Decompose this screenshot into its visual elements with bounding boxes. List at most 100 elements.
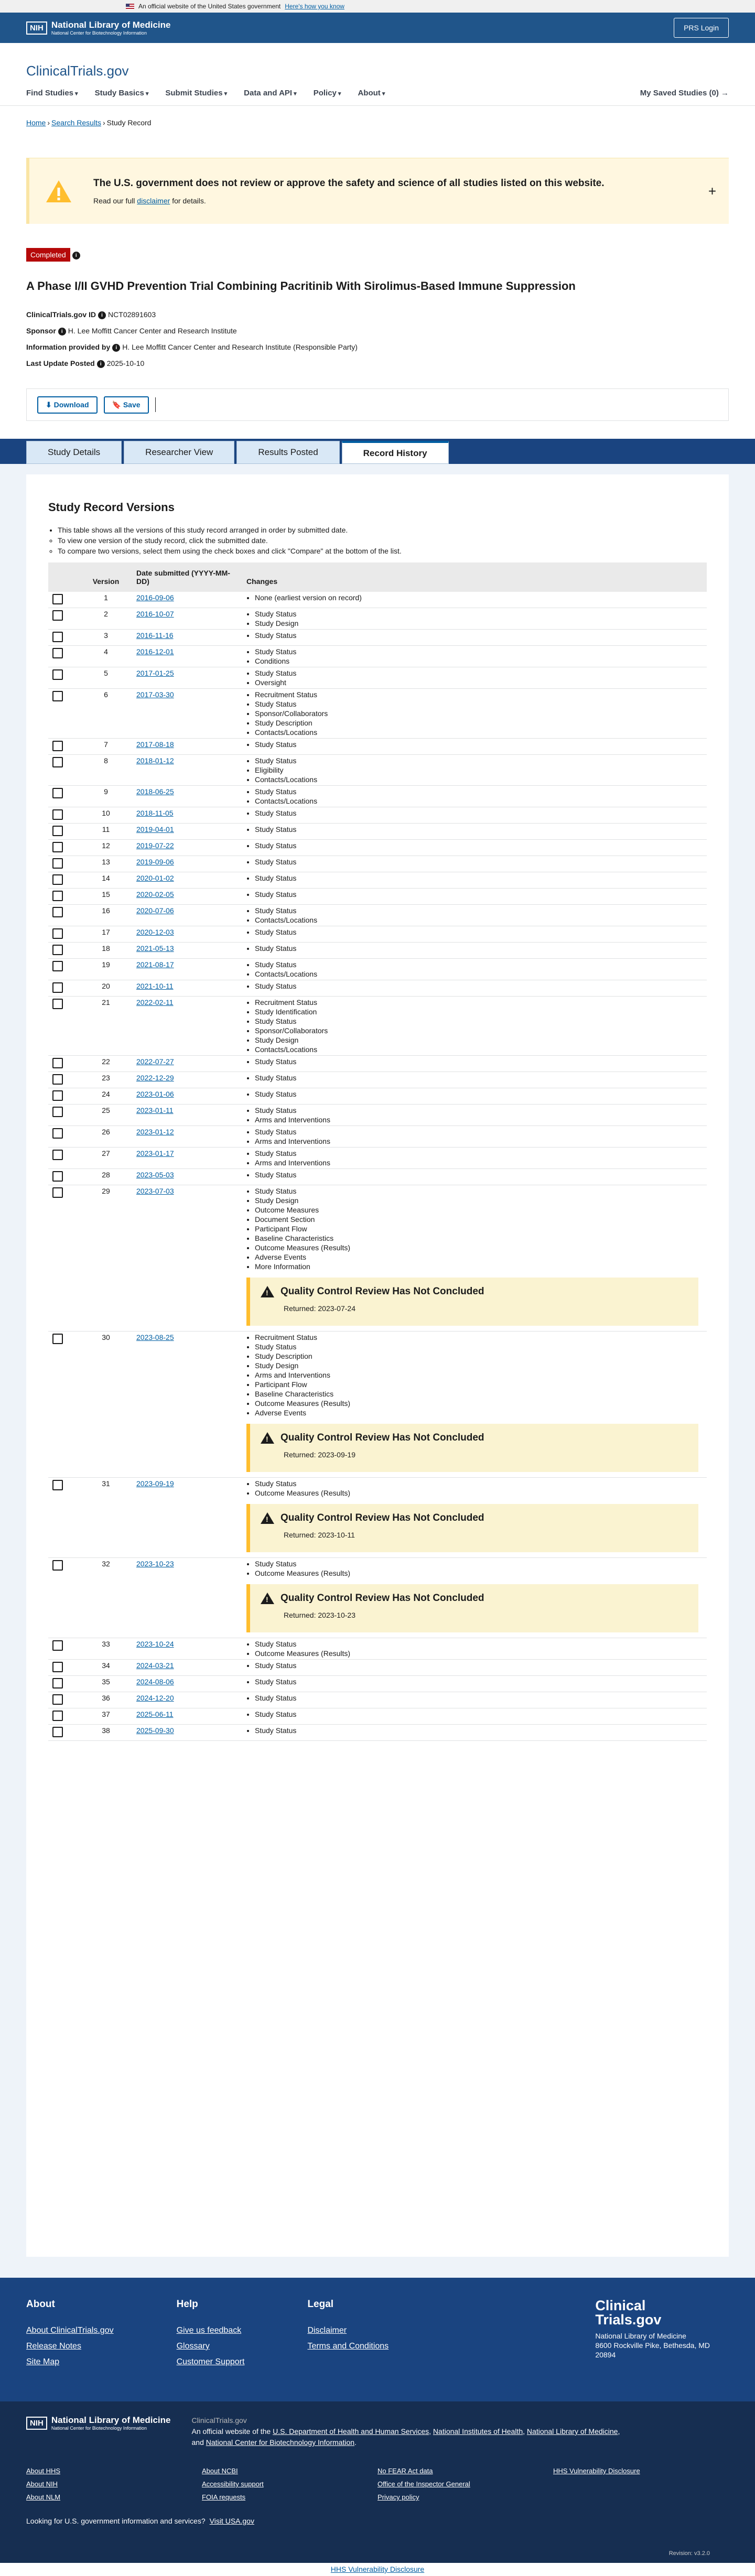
version-checkbox[interactable] xyxy=(52,982,63,993)
gov-banner-link[interactable]: Here's how you know xyxy=(285,3,344,10)
version-checkbox[interactable] xyxy=(52,1560,63,1571)
id-info-icon[interactable]: i xyxy=(98,311,106,319)
foia-link[interactable]: FOIA requests xyxy=(202,2493,378,2501)
version-checkbox[interactable] xyxy=(52,891,63,901)
version-date-link[interactable]: 2023-01-12 xyxy=(136,1128,174,1136)
version-date-link[interactable]: 2023-08-25 xyxy=(136,1333,174,1341)
sponsor-info-icon[interactable]: i xyxy=(58,327,66,335)
version-checkbox[interactable] xyxy=(52,1090,63,1101)
version-date-link[interactable]: 2019-07-22 xyxy=(136,841,174,850)
version-checkbox[interactable] xyxy=(52,1334,63,1344)
version-date-link[interactable]: 2020-02-05 xyxy=(136,890,174,899)
version-date-link[interactable]: 2025-09-30 xyxy=(136,1726,174,1735)
version-checkbox[interactable] xyxy=(52,691,63,701)
about-nih-link[interactable]: About NIH xyxy=(26,2480,202,2488)
version-date-link[interactable]: 2021-10-11 xyxy=(136,982,174,990)
hhs-vulnerability-link[interactable]: HHS Vulnerability Disclosure xyxy=(553,2467,729,2475)
footer-feedback-link[interactable]: Give us feedback xyxy=(177,2326,245,2335)
nav-item-submit-studies[interactable]: Submit Studies xyxy=(165,89,227,98)
version-date-link[interactable]: 2018-11-05 xyxy=(136,809,174,817)
privacy-link[interactable]: Privacy policy xyxy=(378,2493,553,2501)
no-fear-link[interactable]: No FEAR Act data xyxy=(378,2467,553,2475)
ncbi-link[interactable]: National Center for Biotechnology Inform… xyxy=(206,2438,354,2447)
version-date-link[interactable]: 2021-08-17 xyxy=(136,960,174,969)
breadcrumb-search-results[interactable]: Search Results xyxy=(51,118,101,127)
nav-item-data-and-api[interactable]: Data and API xyxy=(244,89,297,98)
bottom-vulnerability-link[interactable]: HHS Vulnerability Disclosure xyxy=(331,2565,424,2573)
version-date-link[interactable]: 2022-12-29 xyxy=(136,1074,174,1082)
tab-record-history[interactable]: Record History xyxy=(341,441,449,464)
version-date-link[interactable]: 2025-06-11 xyxy=(136,1710,174,1718)
version-checkbox[interactable] xyxy=(52,874,63,885)
about-ncbi-link[interactable]: About NCBI xyxy=(202,2467,378,2475)
footer-release-notes-link[interactable]: Release Notes xyxy=(26,2342,114,2351)
version-date-link[interactable]: 2016-09-06 xyxy=(136,593,174,602)
status-info-icon[interactable]: i xyxy=(72,251,80,259)
version-date-link[interactable]: 2020-01-02 xyxy=(136,874,174,882)
version-checkbox[interactable] xyxy=(52,961,63,971)
tab-results-posted[interactable]: Results Posted xyxy=(236,441,340,464)
version-checkbox[interactable] xyxy=(52,1128,63,1139)
version-date-link[interactable]: 2023-01-06 xyxy=(136,1090,174,1098)
version-date-link[interactable]: 2021-05-13 xyxy=(136,944,174,953)
version-checkbox[interactable] xyxy=(52,1150,63,1160)
prs-login-button[interactable]: PRS Login xyxy=(674,18,729,38)
version-checkbox[interactable] xyxy=(52,1678,63,1689)
nav-item-about[interactable]: About xyxy=(358,89,385,98)
disclaimer-link[interactable]: disclaimer xyxy=(137,197,170,205)
tab-researcher-view[interactable]: Researcher View xyxy=(124,441,235,464)
version-date-link[interactable]: 2016-12-01 xyxy=(136,647,174,656)
version-date-link[interactable]: 2017-03-30 xyxy=(136,690,174,699)
version-checkbox[interactable] xyxy=(52,669,63,680)
version-checkbox[interactable] xyxy=(52,1074,63,1085)
tab-study-details[interactable]: Study Details xyxy=(26,441,122,464)
info-provider-icon[interactable]: i xyxy=(112,343,121,352)
version-checkbox[interactable] xyxy=(52,1058,63,1068)
version-date-link[interactable]: 2017-08-18 xyxy=(136,740,174,749)
my-saved-studies-link[interactable]: My Saved Studies (0) → xyxy=(640,89,729,98)
site-brand[interactable]: ClinicalTrials.gov xyxy=(26,43,729,79)
version-date-link[interactable]: 2017-01-25 xyxy=(136,669,174,677)
hhs-link[interactable]: U.S. Department of Health and Human Serv… xyxy=(273,2427,429,2436)
version-date-link[interactable]: 2018-01-12 xyxy=(136,756,174,765)
version-date-link[interactable]: 2022-07-27 xyxy=(136,1057,174,1066)
version-date-link[interactable]: 2019-04-01 xyxy=(136,825,174,834)
version-date-link[interactable]: 2023-01-17 xyxy=(136,1149,174,1157)
nlm-logo[interactable]: NIH National Library of Medicine Nationa… xyxy=(26,20,171,36)
nav-item-policy[interactable]: Policy xyxy=(314,89,341,98)
version-checkbox[interactable] xyxy=(52,907,63,917)
version-checkbox[interactable] xyxy=(52,1640,63,1651)
version-date-link[interactable]: 2018-06-25 xyxy=(136,787,174,796)
version-checkbox[interactable] xyxy=(52,809,63,820)
version-checkbox[interactable] xyxy=(52,648,63,658)
footer-about-link[interactable]: About ClinicalTrials.gov xyxy=(26,2326,114,2335)
version-checkbox[interactable] xyxy=(52,1711,63,1721)
save-button[interactable]: 🔖 Save xyxy=(103,396,149,414)
download-button[interactable]: ⬇ Download xyxy=(37,396,98,414)
version-checkbox[interactable] xyxy=(52,858,63,869)
version-checkbox[interactable] xyxy=(52,1694,63,1705)
version-checkbox[interactable] xyxy=(52,757,63,767)
version-date-link[interactable]: 2016-11-16 xyxy=(136,631,174,640)
nlm-footer-logo[interactable]: NIH National Library of Medicine National… xyxy=(26,2415,171,2431)
version-date-link[interactable]: 2024-08-06 xyxy=(136,1677,174,1686)
nih-link[interactable]: National Institutes of Health xyxy=(433,2427,523,2436)
version-checkbox[interactable] xyxy=(52,842,63,852)
footer-support-link[interactable]: Customer Support xyxy=(177,2357,245,2367)
version-date-link[interactable]: 2023-10-24 xyxy=(136,1640,174,1648)
version-date-link[interactable]: 2016-10-07 xyxy=(136,610,174,618)
version-checkbox[interactable] xyxy=(52,632,63,642)
version-checkbox[interactable] xyxy=(52,1480,63,1490)
version-checkbox[interactable] xyxy=(52,788,63,798)
footer-disclaimer-link[interactable]: Disclaimer xyxy=(307,2326,389,2335)
version-date-link[interactable]: 2019-09-06 xyxy=(136,858,174,866)
version-date-link[interactable]: 2023-07-03 xyxy=(136,1187,174,1195)
nav-item-find-studies[interactable]: Find Studies xyxy=(26,89,78,98)
version-checkbox[interactable] xyxy=(52,610,63,621)
nav-item-study-basics[interactable]: Study Basics xyxy=(95,89,149,98)
accessibility-link[interactable]: Accessibility support xyxy=(202,2480,378,2488)
breadcrumb-home[interactable]: Home xyxy=(26,118,46,127)
version-date-link[interactable]: 2023-10-23 xyxy=(136,1560,174,1568)
version-checkbox[interactable] xyxy=(52,999,63,1009)
version-checkbox[interactable] xyxy=(52,594,63,604)
